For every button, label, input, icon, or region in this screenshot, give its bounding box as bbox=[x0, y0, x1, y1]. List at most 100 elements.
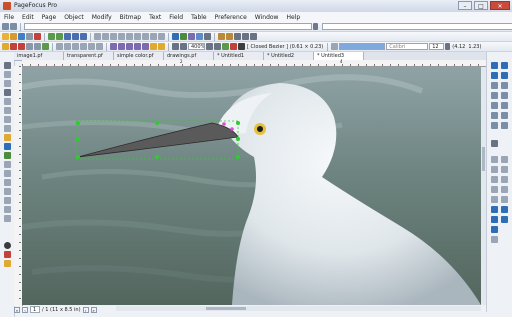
transform-icon[interactable] bbox=[96, 43, 103, 50]
last-page-button[interactable]: » bbox=[90, 306, 97, 313]
arrange-front-icon[interactable] bbox=[56, 43, 63, 50]
settings-icon[interactable] bbox=[491, 236, 498, 243]
color-palette-icon[interactable] bbox=[222, 43, 229, 50]
pen-icon[interactable] bbox=[118, 43, 125, 50]
select-tool-icon[interactable] bbox=[94, 33, 101, 40]
tab-image1[interactable]: image1.pf bbox=[14, 52, 64, 60]
menu-bitmap[interactable]: Bitmap bbox=[116, 12, 145, 22]
image-tool-icon[interactable] bbox=[158, 33, 165, 40]
dropper-icon[interactable] bbox=[142, 43, 149, 50]
properties-icon[interactable] bbox=[491, 156, 498, 163]
group-icon[interactable] bbox=[196, 33, 203, 40]
flip-h-icon[interactable] bbox=[491, 122, 498, 129]
opacity-slider[interactable] bbox=[339, 43, 386, 50]
paste-icon[interactable] bbox=[80, 33, 87, 40]
rotate-icon[interactable] bbox=[72, 43, 79, 50]
back-icon[interactable] bbox=[2, 23, 9, 30]
lock-icon[interactable] bbox=[3, 251, 11, 258]
align-icon[interactable] bbox=[204, 33, 211, 40]
font-color-icon[interactable] bbox=[218, 33, 225, 40]
tab-simple-color[interactable]: simple color.pf bbox=[114, 52, 164, 60]
bezier-tool-icon[interactable] bbox=[134, 33, 141, 40]
rectangle-icon[interactable] bbox=[3, 116, 11, 123]
redo-icon[interactable] bbox=[56, 33, 63, 40]
tab-drawings[interactable]: drawings.pf bbox=[164, 52, 214, 60]
shadow-icon[interactable] bbox=[491, 176, 498, 183]
align-top-icon[interactable] bbox=[491, 92, 498, 99]
effects-icon[interactable] bbox=[501, 176, 508, 183]
zoom-icon[interactable] bbox=[3, 80, 11, 87]
bullets-icon[interactable] bbox=[250, 33, 257, 40]
line-tool-icon[interactable] bbox=[102, 33, 109, 40]
ellipse-tool-icon[interactable] bbox=[118, 33, 125, 40]
color-icon[interactable] bbox=[501, 156, 508, 163]
star-icon[interactable] bbox=[491, 226, 498, 233]
line-icon[interactable] bbox=[3, 98, 11, 105]
table-style-icon[interactable] bbox=[491, 196, 498, 203]
address-field[interactable] bbox=[24, 23, 312, 30]
stop-icon[interactable] bbox=[18, 43, 25, 50]
tab-transparent[interactable]: transparent.pf bbox=[64, 52, 114, 60]
hand-icon[interactable] bbox=[3, 179, 11, 186]
bold-icon[interactable] bbox=[331, 43, 339, 50]
minimize-button[interactable]: – bbox=[458, 1, 472, 10]
text-icon[interactable] bbox=[3, 89, 11, 96]
distribute-h-icon[interactable] bbox=[491, 102, 498, 109]
tab-untitled3[interactable]: * Untitled3 bbox=[314, 52, 364, 60]
vertical-scrollbar[interactable] bbox=[481, 67, 486, 305]
crop-icon[interactable] bbox=[3, 215, 11, 222]
menu-field[interactable]: Field bbox=[165, 12, 187, 22]
layers-icon[interactable] bbox=[491, 72, 498, 79]
align-right-icon[interactable] bbox=[501, 82, 508, 89]
distribute-v-icon[interactable] bbox=[501, 102, 508, 109]
table-tool-icon[interactable] bbox=[150, 33, 157, 40]
search-input[interactable] bbox=[322, 23, 512, 30]
page-icon[interactable] bbox=[491, 62, 498, 69]
pen-icon[interactable] bbox=[3, 107, 11, 114]
symbols-icon[interactable] bbox=[158, 43, 165, 50]
horizontal-scrollbar[interactable] bbox=[116, 306, 481, 311]
text-align-icon[interactable] bbox=[234, 33, 241, 40]
menu-preference[interactable]: Preference bbox=[211, 12, 251, 22]
stamp-icon[interactable] bbox=[3, 206, 11, 213]
fit-page-icon[interactable] bbox=[206, 43, 213, 50]
rotate-left-icon[interactable] bbox=[491, 112, 498, 119]
zoom-in-icon[interactable] bbox=[180, 43, 187, 50]
zoom-field[interactable]: 400% bbox=[188, 43, 205, 50]
save-icon[interactable] bbox=[18, 33, 25, 40]
fill-icon[interactable] bbox=[3, 134, 11, 141]
pointer-icon[interactable] bbox=[3, 62, 11, 69]
zoom-out-icon[interactable] bbox=[172, 43, 179, 50]
first-page-button[interactable]: « bbox=[14, 306, 20, 313]
undo-icon[interactable] bbox=[48, 33, 55, 40]
text-justify-icon[interactable] bbox=[242, 33, 249, 40]
copy-icon[interactable] bbox=[72, 33, 79, 40]
font-select[interactable]: Calibri bbox=[386, 43, 429, 50]
stroke-color-icon[interactable] bbox=[180, 33, 187, 40]
align-left-icon[interactable] bbox=[491, 82, 498, 89]
swatch-icon[interactable] bbox=[230, 43, 237, 50]
attachment-icon[interactable] bbox=[501, 216, 508, 223]
flip-icon[interactable] bbox=[80, 43, 87, 50]
guides-icon[interactable] bbox=[34, 43, 41, 50]
lock-icon[interactable] bbox=[2, 43, 9, 50]
menu-object[interactable]: Object bbox=[60, 12, 88, 22]
ellipse-icon[interactable] bbox=[3, 125, 11, 132]
delete-icon[interactable] bbox=[10, 43, 17, 50]
brush-icon[interactable] bbox=[3, 143, 11, 150]
rotate-right-icon[interactable] bbox=[501, 112, 508, 119]
page-number-input[interactable]: 1 bbox=[30, 306, 40, 313]
open-icon[interactable] bbox=[10, 33, 17, 40]
pdf-icon[interactable] bbox=[34, 33, 41, 40]
print-icon[interactable] bbox=[26, 33, 33, 40]
document-canvas[interactable] bbox=[22, 67, 481, 305]
rect-tool-icon[interactable] bbox=[110, 33, 117, 40]
menu-text[interactable]: Text bbox=[145, 12, 165, 22]
menu-table[interactable]: Table bbox=[187, 12, 211, 22]
layer-icon[interactable] bbox=[188, 33, 195, 40]
close-button[interactable]: ✕ bbox=[490, 1, 510, 10]
record-icon[interactable] bbox=[3, 242, 11, 249]
arrange-back-icon[interactable] bbox=[64, 43, 71, 50]
eraser-icon[interactable] bbox=[134, 43, 141, 50]
chevron-down-icon[interactable] bbox=[445, 43, 451, 50]
